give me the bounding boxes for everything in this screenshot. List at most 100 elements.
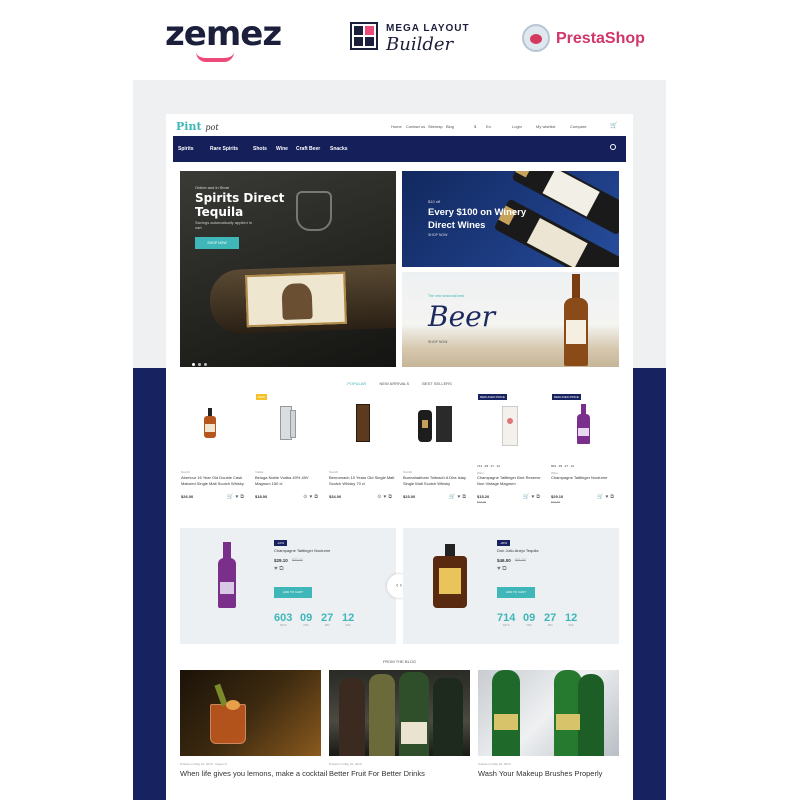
currency-select[interactable]: $ <box>474 124 476 129</box>
add-to-cart-button[interactable]: ADD TO CART <box>274 587 312 598</box>
product-price: $29.10 <box>551 494 564 499</box>
product-card[interactable]: Scotch Benromach 10 Years Old Single Mal… <box>328 396 396 506</box>
product-old-price: $32.00 <box>551 500 561 504</box>
countdown-seconds: 12 SEC <box>565 612 578 627</box>
deal-of-day-card: -10% Champagne Taittinger Nocturne $29.1… <box>180 528 396 644</box>
tequila-bottle-image <box>208 263 396 335</box>
product-actions[interactable]: ⊙♥⧉ <box>377 494 394 500</box>
add-to-cart-button[interactable]: ADD TO CART <box>497 587 535 598</box>
store-logo[interactable]: Pint pot <box>176 120 219 133</box>
blog-post-title[interactable]: Wash Your Makeup Brushes Properly <box>478 769 602 778</box>
product-price: $23.00 <box>403 494 416 499</box>
header-link-sitemap[interactable]: Sitemap <box>428 124 443 129</box>
cart-icon[interactable]: 🛒 <box>610 122 617 129</box>
product-price: $34.00 <box>329 494 342 499</box>
beer-promo-kicker: The new seasonal best <box>428 294 464 298</box>
blog-post-card[interactable]: Posted on May 22, 2019 Better Fruit For … <box>329 670 470 800</box>
product-image[interactable]: REDUCED PRICE <box>550 394 618 460</box>
product-actions[interactable]: 🛒♥⧉ <box>227 494 246 500</box>
blog-heading: FROM THE BLOG <box>382 659 417 664</box>
new-badge: NEW <box>256 394 267 400</box>
deal-product-name[interactable]: Don Julio Anejo Tequila <box>497 548 539 553</box>
blog-post-card[interactable]: Posted on May 22, 2019 Wash Your Makeup … <box>478 670 619 800</box>
product-image[interactable]: NEW <box>254 394 322 460</box>
product-actions[interactable]: 🛒♥⧉ <box>449 494 468 500</box>
product-image[interactable] <box>328 396 396 460</box>
product-actions[interactable]: 🛒♥⧉ <box>523 494 542 500</box>
tab-new-arrivals[interactable]: NEW ARRIVALS <box>379 381 409 386</box>
deal-old-price: $51.00 <box>515 558 526 562</box>
header-link-contact[interactable]: Contact us <box>406 124 425 129</box>
product-name[interactable]: Champagne Taittinger Nocturne <box>551 475 617 481</box>
product-category: Vodka <box>255 470 264 474</box>
deal-price: $46.00 <box>497 558 511 563</box>
reduced-price-badge: REDUCED PRICE <box>478 394 507 400</box>
nav-item-snacks[interactable]: Snacks <box>330 146 348 152</box>
branding-bar: zemez MEGA LAYOUT Builder PrestaShop <box>0 0 800 80</box>
deal-product-name[interactable]: Champagne Taittinger Nocturne <box>274 548 330 553</box>
hero-kicker: Online and in Store <box>195 185 230 190</box>
deal-discount-badge: -10% <box>274 540 288 546</box>
wine-promo-kicker: $10 off <box>428 199 441 204</box>
nav-item-spirits[interactable]: Spirits <box>178 146 194 152</box>
blog-post-title[interactable]: Better Fruit For Better Drinks <box>329 769 425 778</box>
product-image[interactable]: REDUCED PRICE <box>476 394 544 460</box>
product-card[interactable]: REDUCED PRICE 603 · 09 · 27 · 12 Wine Ch… <box>550 394 618 506</box>
blog-post-image[interactable] <box>329 670 470 756</box>
blog-post-card[interactable]: Posted on May 22, 2019 · Hayes O. When l… <box>180 670 327 800</box>
blog-post-image[interactable] <box>478 670 619 756</box>
compare-link[interactable]: Compare <box>570 124 586 129</box>
header-link-blog[interactable]: Blog <box>446 124 454 129</box>
wishlist-link[interactable]: My wishlist <box>536 124 555 129</box>
mega-layout-label: MEGA LAYOUT <box>386 23 470 34</box>
wine-promo-banner[interactable]: $10 off Every $100 on Winery Direct Wines… <box>402 171 619 267</box>
product-tabs: POPULAR NEW ARRIVALS BEST SELLERS <box>166 381 633 386</box>
product-image[interactable] <box>180 396 248 460</box>
product-image[interactable] <box>402 396 470 460</box>
hero-banner-tequila[interactable]: Online and in Store Spirits Direct Tequi… <box>180 171 396 367</box>
product-actions[interactable]: ⊙♥⧉ <box>303 494 320 500</box>
deal-of-day-card: -20% Don Julio Anejo Tequila $46.00 $51.… <box>403 528 619 644</box>
blog-post-title[interactable]: When life gives you lemons, make a cockt… <box>180 769 327 778</box>
product-name[interactable]: Aberlour 16 Year Old Double Cask Matured… <box>181 475 247 486</box>
product-card[interactable]: REDUCED PRICE 714 · 09 · 27 · 12 Wine Ch… <box>476 394 544 506</box>
countdown-days: 603 DAYS <box>274 612 293 627</box>
search-icon[interactable] <box>610 144 616 150</box>
deal-wishlist-compare-icons[interactable]: ♥ ⧉ <box>497 566 507 573</box>
header-link-home[interactable]: Home <box>391 124 402 129</box>
nav-item-wine[interactable]: Wine <box>276 146 288 152</box>
carousel-dots[interactable] <box>192 353 210 367</box>
login-link[interactable]: Login <box>512 124 522 129</box>
deal-price: $29.10 <box>274 558 288 563</box>
blog-post-meta: Posted on May 22, 2019 · Hayes O. <box>180 762 228 766</box>
product-name[interactable]: Benromach 10 Years Old Single Malt Scotc… <box>329 475 395 486</box>
blog-post-image[interactable] <box>180 670 321 756</box>
product-name[interactable]: Bunnahabhain Toiteach A Dha Islay Single… <box>403 475 469 486</box>
product-price: $26.00 <box>181 494 194 499</box>
language-select[interactable]: En <box>486 124 491 129</box>
product-card[interactable]: Scotch Bunnahabhain Toiteach A Dha Islay… <box>402 396 470 506</box>
nav-item-shots[interactable]: Shots <box>253 146 267 152</box>
product-actions[interactable]: 🛒♥⧉ <box>597 494 616 500</box>
nav-item-craft-beer[interactable]: Craft Beer <box>296 146 320 152</box>
beer-bottle-image <box>564 274 588 366</box>
product-card[interactable]: Scotch Aberlour 16 Year Old Double Cask … <box>180 396 248 506</box>
countdown-days: 714 DAYS <box>497 612 516 627</box>
deal-discount-badge: -20% <box>497 540 511 546</box>
main-nav: Spirits Rare Spirits Shots Wine Craft Be… <box>173 136 626 162</box>
product-name[interactable]: Beluga Noble Vodka 40% 40V Magnum 150 cl <box>255 475 321 486</box>
prestashop-logo-icon <box>522 24 550 52</box>
beer-promo-banner[interactable]: The new seasonal best Beer SHOP NOW <box>402 272 619 367</box>
deal-wishlist-compare-icons[interactable]: ♥ ⧉ <box>274 566 284 573</box>
tab-popular[interactable]: POPULAR <box>347 381 366 386</box>
product-name[interactable]: Champagne Taittinger Brut Reserve Non Vi… <box>477 475 543 486</box>
nav-item-rare-spirits[interactable]: Rare Spirits <box>210 146 238 152</box>
countdown-seconds: 12 SEC <box>342 612 355 627</box>
product-card[interactable]: NEW Vodka Beluga Noble Vodka 40% 40V Mag… <box>254 394 322 506</box>
hero-shop-now-button[interactable]: SHOP NOW <box>195 237 239 249</box>
beer-shop-now-link[interactable]: SHOP NOW <box>428 340 447 344</box>
wine-shop-now-link[interactable]: SHOP NOW <box>428 233 447 237</box>
tab-best-sellers[interactable]: BEST SELLERS <box>422 381 452 386</box>
beer-promo-title: Beer <box>428 300 496 333</box>
product-old-price: $19.00 <box>477 500 487 504</box>
